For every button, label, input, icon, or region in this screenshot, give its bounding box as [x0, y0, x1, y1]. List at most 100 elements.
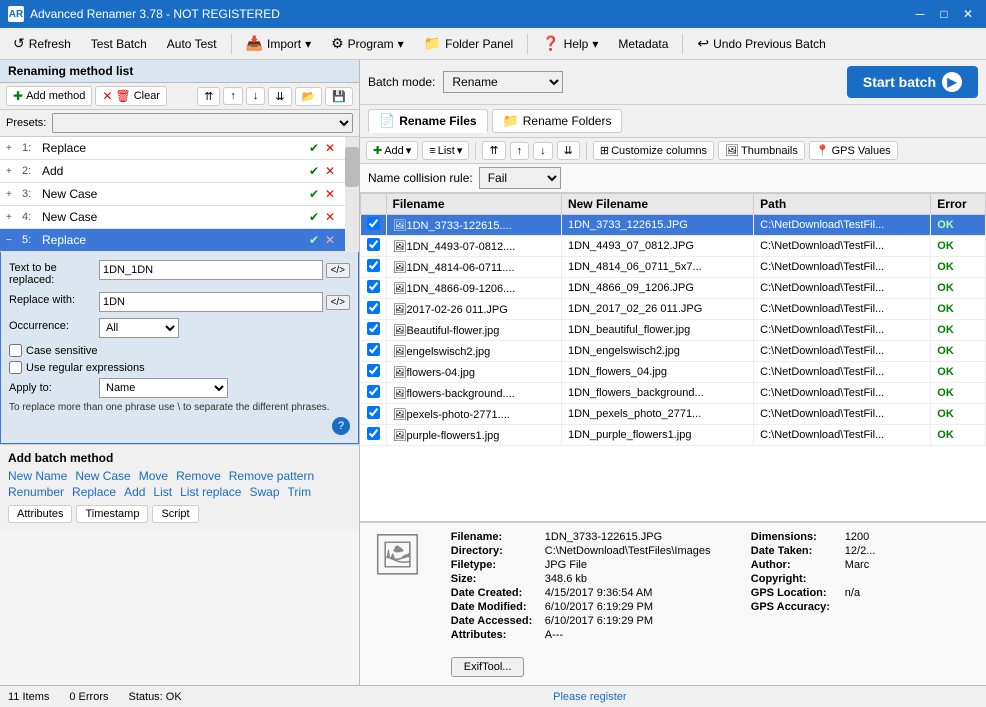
occurrence-select[interactable]: All First Last: [99, 318, 179, 338]
sort-up-button[interactable]: ↑: [510, 142, 530, 160]
row-checkbox-2[interactable]: [367, 259, 380, 272]
batch-link-trim[interactable]: Trim: [288, 485, 312, 499]
presets-select[interactable]: [52, 113, 353, 133]
menu-auto-test[interactable]: Auto Test: [158, 33, 226, 55]
table-row[interactable]: 🖼engelswisch2.jpg 1DN_engelswisch2.jpg C…: [361, 341, 986, 362]
batch-link-replace[interactable]: Replace: [72, 485, 116, 499]
text-to-replace-input[interactable]: [99, 260, 323, 280]
row-checkbox-5[interactable]: [367, 322, 380, 335]
table-row[interactable]: 🖼1DN_4493-07-0812.... 1DN_4493_07_0812.J…: [361, 236, 986, 257]
batch-link-add[interactable]: Add: [124, 485, 145, 499]
row-checkbox-4[interactable]: [367, 301, 380, 314]
sort-bottom-button[interactable]: ⇊: [557, 141, 580, 160]
col-path[interactable]: Path: [754, 194, 931, 215]
case-sensitive-checkbox[interactable]: [9, 344, 22, 357]
batch-link-new-name[interactable]: New Name: [8, 469, 67, 483]
batch-link-remove-pattern[interactable]: Remove pattern: [229, 469, 314, 483]
add-method-button[interactable]: ✚ Add method: [6, 86, 92, 106]
move-bottom-button[interactable]: ⇊: [268, 87, 291, 106]
batch-link-move[interactable]: Move: [139, 469, 168, 483]
folder-icon: 📁: [424, 35, 441, 52]
menu-refresh[interactable]: ↺ Refresh: [4, 31, 80, 56]
sort-top-button[interactable]: ⇈: [482, 141, 505, 160]
batch-link-remove[interactable]: Remove: [176, 469, 221, 483]
close-button[interactable]: ✕: [958, 6, 978, 22]
text-code-button[interactable]: </>: [326, 263, 350, 278]
menu-import[interactable]: 📥 Import ▾: [237, 31, 320, 56]
table-row[interactable]: 🖼Beautiful-flower.jpg 1DN_beautiful_flow…: [361, 320, 986, 341]
exif-tool-button[interactable]: ExifTool...: [451, 657, 525, 677]
tab-attributes[interactable]: Attributes: [8, 505, 72, 523]
gps-values-button[interactable]: 📍 GPS Values: [809, 141, 898, 160]
method-del-2[interactable]: ✕: [325, 164, 339, 178]
list-button[interactable]: ≡ List ▾: [422, 141, 469, 160]
sort-down-button[interactable]: ↓: [533, 142, 553, 160]
apply-to-select[interactable]: Name Extension Name and Extension: [99, 378, 228, 398]
method-del-4[interactable]: ✕: [325, 210, 339, 224]
clear-button[interactable]: ✕ 🗑 Clear: [95, 86, 167, 106]
method-item-1[interactable]: + 1: Replace ✔ ✕: [0, 137, 345, 160]
row-checkbox-9[interactable]: [367, 406, 380, 419]
table-row[interactable]: 🖼pexels-photo-2771.... 1DN_pexels_photo_…: [361, 404, 986, 425]
register-link[interactable]: Please register: [553, 691, 626, 703]
table-row[interactable]: 🖼1DN_4814-06-0711.... 1DN_4814_06_0711_5…: [361, 257, 986, 278]
method-del-1[interactable]: ✕: [325, 141, 339, 155]
row-checkbox-7[interactable]: [367, 364, 380, 377]
row-checkbox-3[interactable]: [367, 280, 380, 293]
row-checkbox-0[interactable]: [367, 217, 380, 230]
col-error[interactable]: Error: [931, 194, 986, 215]
method-del-5[interactable]: ✕: [325, 233, 339, 247]
collision-select[interactable]: Fail Skip Overwrite: [479, 167, 561, 189]
menu-folder-panel[interactable]: 📁 Folder Panel: [415, 31, 522, 56]
table-row[interactable]: 🖼1DN_4866-09-1206.... 1DN_4866_09_1206.J…: [361, 278, 986, 299]
menu-metadata[interactable]: Metadata: [609, 33, 677, 55]
thumbnails-button[interactable]: 🖼 Thumbnails: [718, 141, 805, 160]
move-up-button[interactable]: ↑: [223, 87, 243, 105]
folder-open-button[interactable]: 📂: [295, 87, 323, 106]
move-top-button[interactable]: ⇈: [197, 87, 220, 106]
menu-program[interactable]: ⚙ Program ▾: [322, 31, 413, 56]
table-row[interactable]: 🖼2017-02-26 011.JPG 1DN_2017_02_26 011.J…: [361, 299, 986, 320]
table-row[interactable]: 🖼1DN_3733-122615.... 1DN_3733_122615.JPG…: [361, 215, 986, 236]
customize-columns-button[interactable]: ⊞ Customize columns: [593, 141, 714, 160]
tab-script[interactable]: Script: [152, 505, 198, 523]
method-item-3[interactable]: + 3: New Case ✔ ✕: [0, 183, 345, 206]
menu-help[interactable]: ❓ Help ▾: [533, 31, 607, 56]
row-checkbox-1[interactable]: [367, 238, 380, 251]
batch-mode-select[interactable]: Rename Copy Move: [443, 71, 563, 93]
methods-scrollbar[interactable]: [345, 137, 359, 252]
tab-rename-folders[interactable]: 📁 Rename Folders: [492, 109, 623, 133]
row-checkbox-8[interactable]: [367, 385, 380, 398]
batch-link-list[interactable]: List: [153, 485, 172, 499]
add-files-button[interactable]: ✚ Add ▾: [366, 141, 418, 160]
method-item-5[interactable]: − 5: Replace ✔ ✕: [0, 229, 345, 252]
replace-code-button[interactable]: </>: [326, 295, 350, 310]
table-row[interactable]: 🖼flowers-background.... 1DN_flowers_back…: [361, 383, 986, 404]
row-checkbox-6[interactable]: [367, 343, 380, 356]
method-item-4[interactable]: + 4: New Case ✔ ✕: [0, 206, 345, 229]
save-button[interactable]: 💾: [325, 87, 353, 106]
menu-test-batch[interactable]: Test Batch: [82, 33, 156, 55]
method-item-2[interactable]: + 2: Add ✔ ✕: [0, 160, 345, 183]
batch-link-list-replace[interactable]: List replace: [180, 485, 241, 499]
batch-link-swap[interactable]: Swap: [249, 485, 279, 499]
minimize-button[interactable]: ─: [910, 6, 930, 22]
table-row[interactable]: 🖼purple-flowers1.jpg 1DN_purple_flowers1…: [361, 425, 986, 446]
regex-checkbox[interactable]: [9, 361, 22, 374]
method-del-3[interactable]: ✕: [325, 187, 339, 201]
col-new-filename[interactable]: New Filename: [561, 194, 753, 215]
maximize-button[interactable]: □: [934, 6, 954, 22]
move-down-button[interactable]: ↓: [246, 87, 266, 105]
method-name-3: New Case: [42, 187, 305, 201]
menu-undo[interactable]: ↩ Undo Previous Batch: [688, 31, 834, 56]
replace-with-input[interactable]: [99, 292, 323, 312]
table-row[interactable]: 🖼flowers-04.jpg 1DN_flowers_04.jpg C:\Ne…: [361, 362, 986, 383]
batch-link-renumber[interactable]: Renumber: [8, 485, 64, 499]
start-batch-button[interactable]: Start batch ▶: [847, 66, 978, 98]
batch-link-new-case[interactable]: New Case: [75, 469, 130, 483]
tab-timestamp[interactable]: Timestamp: [76, 505, 148, 523]
tab-rename-files[interactable]: 📄 Rename Files: [368, 109, 488, 133]
row-checkbox-10[interactable]: [367, 427, 380, 440]
help-button[interactable]: ?: [332, 417, 350, 435]
col-filename[interactable]: Filename: [386, 194, 561, 215]
